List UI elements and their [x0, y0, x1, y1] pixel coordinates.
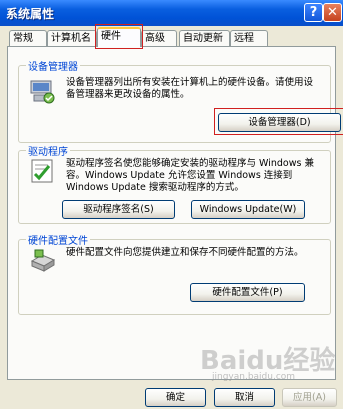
close-button[interactable]: ✕ [323, 3, 342, 22]
driver-signing-icon [31, 159, 53, 183]
baidu-watermark-url: jingyan.baidu.com [212, 372, 296, 382]
hardware-profiles-button[interactable]: 硬件配置文件(P) [190, 283, 305, 302]
device-manager-heading: 设备管理器 [26, 58, 80, 73]
windows-update-button[interactable]: Windows Update(W) [191, 200, 305, 219]
tab-computer-name[interactable]: 计算机名 [47, 30, 97, 46]
cancel-button[interactable]: 取消 [214, 388, 275, 407]
window-title: 系统属性 [6, 7, 55, 21]
device-manager-icon [30, 80, 55, 104]
tab-advanced[interactable]: 高级 [141, 30, 177, 46]
title-bar: 系统属性 ? ✕ [0, 0, 343, 26]
driver-signing-button[interactable]: 驱动程序签名(S) [62, 200, 175, 219]
hardware-profiles-icon [30, 249, 56, 272]
device-manager-button-highlight [214, 108, 343, 135]
tab-remote[interactable]: 远程 [230, 30, 268, 46]
drivers-heading: 驱动程序 [26, 143, 70, 158]
drivers-description: 驱动程序签名使您能够确定安装的驱动程序与 Windows 兼容。Windows … [66, 158, 314, 193]
tab-automatic-updates[interactable]: 自动更新 [179, 30, 230, 46]
ok-button[interactable]: 确定 [145, 388, 206, 407]
hardware-profiles-description: 硬件配置文件向您提供建立和保存不同硬件配置的方法。 [66, 247, 304, 258]
apply-button[interactable]: 应用(A) [282, 388, 337, 407]
hardware-profiles-heading: 硬件配置文件 [26, 232, 90, 247]
tab-general[interactable]: 常规 [9, 30, 47, 46]
tab-highlight [95, 24, 143, 49]
device-manager-description: 设备管理器列出所有安装在计算机上的硬件设备。请使用设备管理器来更改设备的属性。 [66, 77, 314, 100]
help-button[interactable]: ? [304, 3, 323, 22]
